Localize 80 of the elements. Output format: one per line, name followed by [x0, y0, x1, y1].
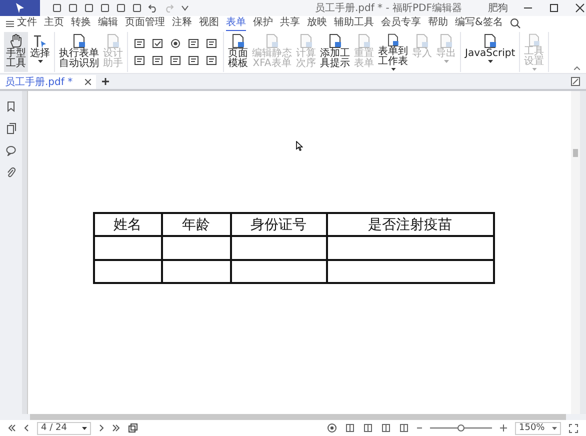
user-name[interactable]: 肥狗	[488, 1, 508, 15]
ribbon-button[interactable]: 执行表单 自动识别	[57, 32, 101, 72]
menu-tab[interactable]: 帮助	[428, 15, 448, 32]
previous-page-icon[interactable]	[24, 424, 29, 432]
menu-icon[interactable]	[6, 20, 14, 28]
table-header-cell: 是否注射疫苗	[326, 213, 494, 236]
last-page-icon[interactable]	[112, 424, 120, 432]
slider-thumb[interactable]	[458, 424, 464, 432]
form-field-icon[interactable]	[134, 55, 145, 66]
table-cell	[162, 260, 230, 283]
menu-tab[interactable]: 辅助工具	[334, 15, 374, 32]
form-field-icon[interactable]	[152, 38, 163, 49]
bookmark-icon[interactable]	[6, 101, 16, 112]
text-cursor-icon	[32, 33, 48, 49]
expand-icon[interactable]	[571, 77, 580, 86]
right-panel-handle[interactable]	[580, 91, 586, 414]
table-header-cell: 身份证号	[230, 213, 326, 236]
menu-tab[interactable]: 共享	[280, 15, 300, 32]
search-icon[interactable]	[510, 18, 521, 29]
comment-icon[interactable]	[6, 145, 16, 156]
collapse-icon[interactable]	[574, 66, 580, 70]
table-header-cell: 年龄	[162, 213, 230, 236]
table-cell	[162, 236, 230, 260]
menu-tab[interactable]: 视图	[199, 15, 219, 32]
form-field-icon[interactable]	[188, 38, 199, 49]
close-icon[interactable]	[574, 2, 586, 14]
menu-tab[interactable]: 注释	[172, 15, 192, 32]
menu-tab[interactable]: 编写&签名	[455, 15, 503, 32]
maximize-icon[interactable]	[548, 2, 560, 14]
caret-icon	[552, 426, 557, 430]
page-layout-icon[interactable]	[399, 423, 409, 433]
hand-icon	[8, 33, 24, 49]
menu-tab[interactable]: 放映	[307, 15, 327, 32]
zoom-slider[interactable]	[430, 423, 492, 433]
form-field-icon[interactable]	[206, 55, 217, 66]
form-field-icon[interactable]	[206, 38, 217, 49]
form-field-icon[interactable]	[170, 55, 181, 66]
page-layout-icon[interactable]	[363, 423, 373, 433]
next-page-icon[interactable]	[99, 424, 104, 432]
tab-title: 员工手册.pdf *	[5, 76, 73, 88]
menu-tab[interactable]: 页面管理	[125, 15, 165, 32]
attachment-icon[interactable]	[6, 167, 16, 178]
menu-tab[interactable]: 文件	[17, 15, 37, 32]
fullscreen-icon[interactable]	[569, 424, 578, 432]
table-cell	[94, 236, 162, 260]
page-layout-icon[interactable]	[345, 423, 355, 433]
zoom-in-icon[interactable]	[500, 423, 507, 433]
menu-tab[interactable]: 会员专享	[381, 15, 421, 32]
ribbon-button[interactable]: 表单到 工作表	[376, 32, 410, 72]
menu-tab[interactable]: 转换	[71, 15, 91, 32]
add-tab-icon[interactable]	[102, 78, 109, 85]
first-page-icon[interactable]	[8, 424, 16, 432]
undo-icon[interactable]	[148, 3, 158, 13]
horizontal-scrollbar[interactable]	[30, 414, 566, 420]
close-icon[interactable]	[84, 78, 91, 84]
table-header-cell: 姓名	[94, 213, 162, 236]
ribbon-button[interactable]: 页面 模板	[226, 32, 250, 72]
form-field-icon[interactable]	[152, 55, 163, 66]
cursor-icon	[296, 141, 303, 151]
zoom-field[interactable]: 150%	[515, 422, 561, 434]
vertical-scrollbar[interactable]	[571, 91, 580, 414]
menu-tab[interactable]: 编辑	[98, 15, 118, 32]
ribbon-button[interactable]: JavaScript	[463, 32, 518, 72]
pages-icon[interactable]	[6, 123, 16, 134]
ribbon-button[interactable]: 选择	[28, 32, 52, 72]
document-tab[interactable]: 员工手册.pdf *	[0, 74, 96, 88]
table-cell	[94, 260, 162, 283]
page-layout-icon[interactable]	[381, 423, 391, 433]
ribbon-button[interactable]: 手型 工具	[4, 32, 28, 72]
ribbon-button[interactable]: 添加工 具提示	[318, 32, 352, 72]
dropdown-icon[interactable]	[180, 3, 190, 13]
form-field-icon[interactable]	[188, 55, 199, 66]
window-title: 员工手册.pdf * - 福昕PDF编辑器	[314, 2, 462, 15]
copy-icon[interactable]	[128, 423, 138, 433]
form-field-icon[interactable]	[134, 38, 145, 49]
caret-icon	[82, 426, 87, 430]
page-number-field[interactable]: 4 / 24	[37, 422, 91, 434]
form-field-icon[interactable]	[170, 38, 181, 49]
menu-tab[interactable]: 保护	[253, 15, 273, 32]
menu-tab[interactable]: 主页	[44, 15, 64, 32]
